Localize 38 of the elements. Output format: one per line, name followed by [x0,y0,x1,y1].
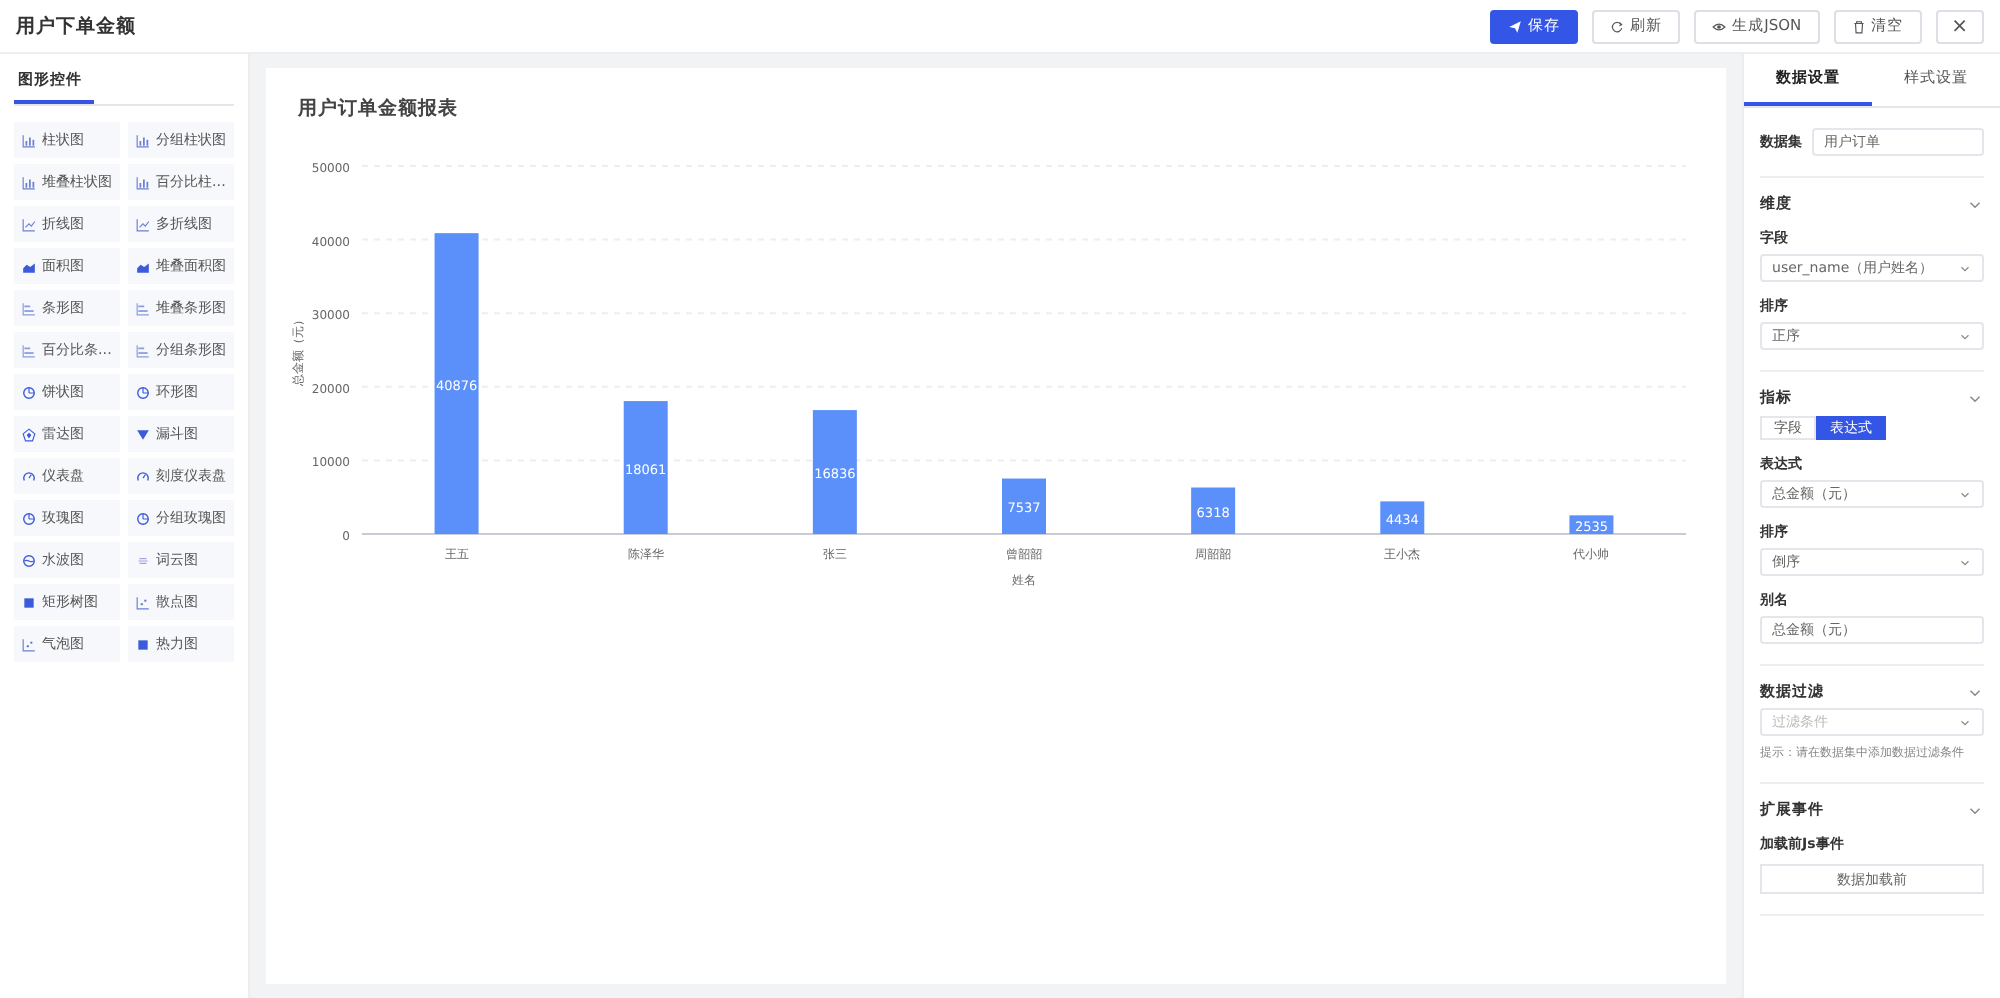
square-icon [22,595,36,609]
scatter-chart-icon [22,637,36,651]
send-icon [1508,19,1523,33]
radar-chart-icon [22,427,36,441]
wave-circle-icon [22,553,36,567]
area-chart-icon [136,259,150,273]
chevron-down-icon [1958,487,1972,501]
scatter-chart-icon [136,595,150,609]
eye-icon [1712,19,1727,33]
line-chart-icon [22,217,36,231]
trash-icon [1851,19,1866,33]
refresh-icon [1610,19,1625,33]
chevron-down-icon [1958,715,1972,729]
pie-chart-icon [22,511,36,525]
page-title: 用户下单金额 [16,13,136,39]
area-chart-icon [22,259,36,273]
gauge-icon [22,469,36,483]
bar-chart-icon [136,175,150,189]
horizontal-bar-icon [22,343,36,357]
line-chart-icon [136,217,150,231]
pie-chart-icon [136,385,150,399]
chevron-down-icon [1958,261,1972,275]
pie-chart-icon [136,511,150,525]
funnel-icon [136,427,150,441]
horizontal-bar-icon [136,301,150,315]
pie-chart-icon [22,385,36,399]
chart-title: 用户订单金额报表 [298,96,461,122]
word-cloud-icon [136,553,150,567]
bar-chart-icon [136,133,150,147]
gauge-icon [136,469,150,483]
bar-chart-icon [22,175,36,189]
square-icon [136,637,150,651]
chevron-down-icon [1958,329,1972,343]
bar-chart-icon [22,133,36,147]
close-button[interactable]: × [1935,9,1984,43]
horizontal-bar-icon [136,343,150,357]
chevron-down-icon [1958,555,1972,569]
horizontal-bar-icon [22,301,36,315]
